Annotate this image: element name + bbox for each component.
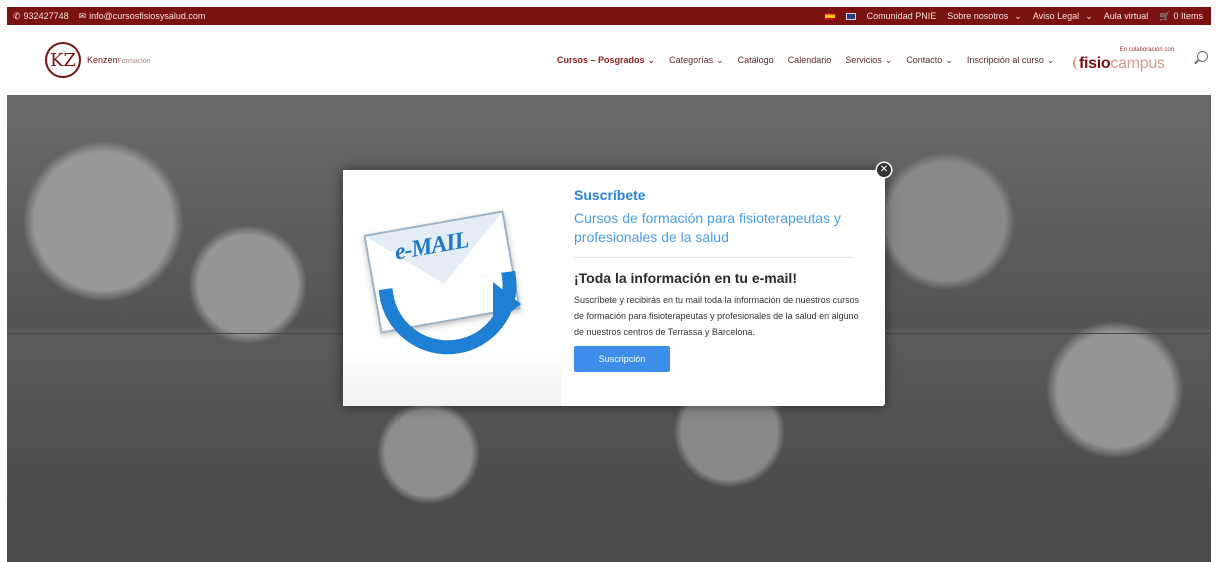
email-illustration: e-MAIL xyxy=(343,170,561,406)
nav-item-contacto[interactable]: Contacto xyxy=(906,55,953,66)
flag-es-icon[interactable] xyxy=(824,12,835,20)
top-bar: ✆ 932427748 ✉ info@cursosfisiosysalud.co… xyxy=(7,7,1211,25)
nav-item-inscripcion[interactable]: Inscripción al curso xyxy=(967,55,1055,66)
phone-icon: ✆ xyxy=(13,10,21,21)
topbar-link-sobre-nosotros[interactable]: Sobre nosotros xyxy=(947,11,1022,22)
phone-link[interactable]: ✆ 932427748 xyxy=(13,11,69,22)
partner-logo[interactable]: En colaboración con fisiocampus xyxy=(1073,43,1174,73)
topbar-link-comunidad[interactable]: Comunidad PNIE xyxy=(867,11,937,21)
cart-icon: 🛒 xyxy=(1159,10,1171,21)
page-overlay-bottom xyxy=(7,516,1211,562)
logo-text: KenzenFormación xyxy=(87,55,151,65)
close-icon[interactable]: ✕ xyxy=(877,163,891,177)
cart-link[interactable]: 🛒 0 Items xyxy=(1159,11,1203,22)
subscribe-button[interactable]: Suscripción xyxy=(574,346,670,372)
topbar-link-aula-virtual[interactable]: Aula virtual xyxy=(1104,11,1149,21)
mail-icon: ✉ xyxy=(78,10,87,21)
nav-item-catalogo[interactable]: Catálogo xyxy=(738,55,774,65)
logo-mark: KZ xyxy=(45,42,81,78)
topbar-link-aviso-legal[interactable]: Aviso Legal xyxy=(1033,11,1093,22)
modal-heading: ¡Toda la información en tu e-mail! xyxy=(574,270,797,286)
divider xyxy=(574,257,854,258)
modal-subtitle: Cursos de formación para fisioterapeutas… xyxy=(574,210,841,245)
site-header: KZ KenzenFormación Cursos – Posgrados Ca… xyxy=(7,25,1211,95)
flag-en-icon[interactable] xyxy=(845,12,856,20)
nav-item-categorias[interactable]: Categorías xyxy=(669,55,724,66)
modal-body: Suscríbete y recibirás en tu mail toda l… xyxy=(574,295,860,337)
arrow-head-icon xyxy=(493,282,521,326)
modal-title: Suscríbete xyxy=(574,187,646,203)
search-icon[interactable] xyxy=(1197,51,1208,62)
modal-content: Suscríbete Cursos de formación para fisi… xyxy=(574,170,870,372)
nav-item-servicios[interactable]: Servicios xyxy=(845,55,892,66)
email-link[interactable]: ✉ info@cursosfisiosysalud.com xyxy=(79,11,206,22)
nav-item-calendario[interactable]: Calendario xyxy=(788,55,832,65)
site-logo[interactable]: KZ KenzenFormación xyxy=(45,42,151,78)
main-nav: Cursos – Posgrados Categorías Catálogo C… xyxy=(557,25,1054,95)
nav-item-cursos[interactable]: Cursos – Posgrados xyxy=(557,55,655,66)
subscribe-modal: e-MAIL Suscríbete Cursos de formación pa… xyxy=(343,170,885,406)
